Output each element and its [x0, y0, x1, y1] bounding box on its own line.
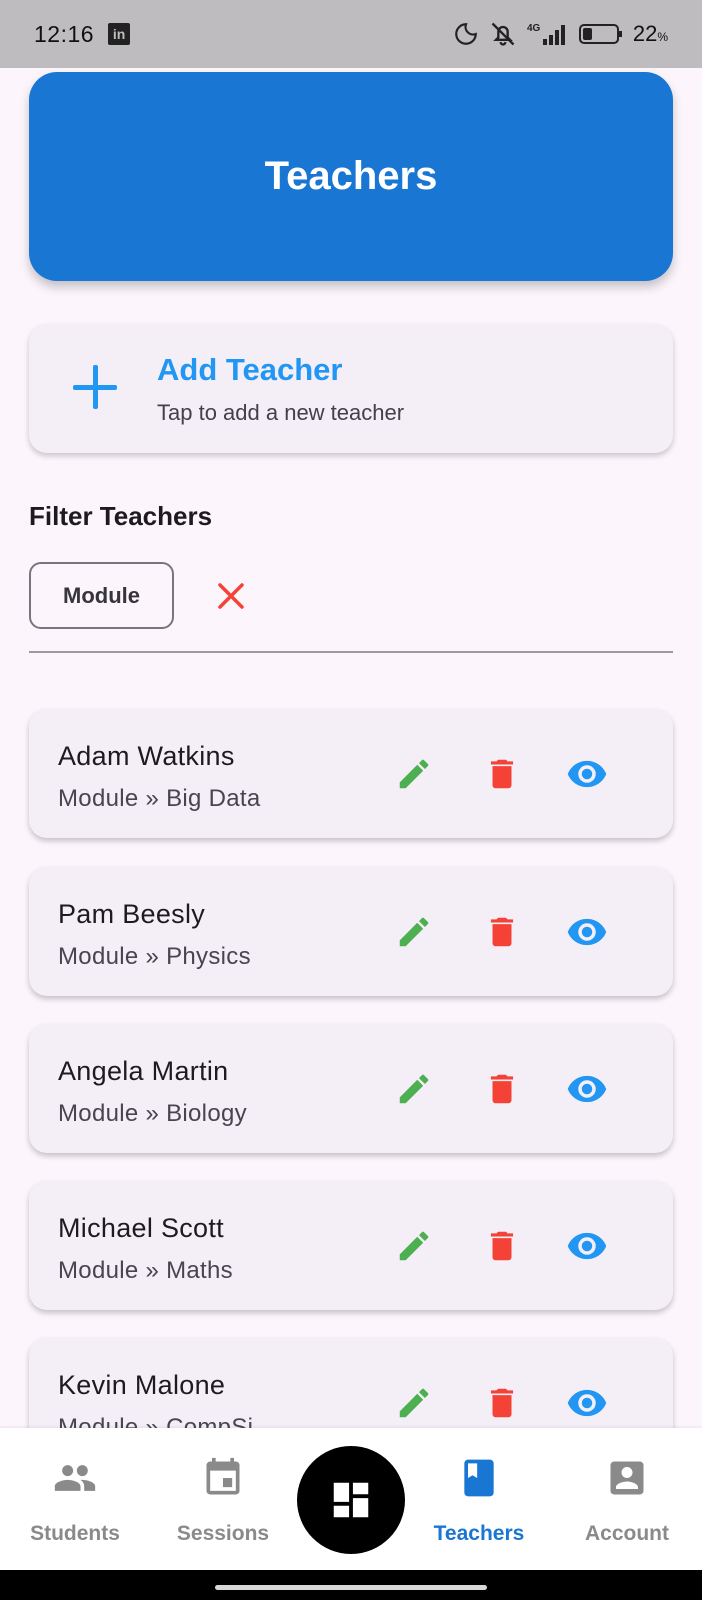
moon-icon [455, 23, 477, 45]
teacher-module: Module » Big Data [58, 785, 261, 812]
trash-icon [490, 1388, 514, 1418]
teacher-name: Adam Watkins [58, 741, 235, 771]
header-banner: Teachers [29, 72, 673, 281]
eye-icon [567, 1075, 607, 1103]
linkedin-icon: in [108, 23, 131, 45]
nav-students[interactable]: Students [0, 1428, 150, 1570]
view-button[interactable] [566, 1225, 608, 1267]
pencil-icon [399, 1074, 429, 1104]
teacher-card[interactable]: Pam Beesly Module » Physics [29, 867, 673, 996]
nav-students-label: Students [30, 1522, 120, 1545]
nav-account[interactable]: Account [552, 1428, 702, 1570]
pencil-icon [399, 759, 429, 789]
status-time: 12:16 [34, 20, 95, 47]
book-icon [464, 1459, 494, 1497]
pencil-icon [399, 917, 429, 947]
edit-button[interactable] [393, 911, 435, 953]
home-indicator[interactable] [215, 1585, 487, 1590]
filter-heading: Filter Teachers [29, 501, 213, 531]
add-teacher-subtitle: Tap to add a new teacher [157, 399, 405, 425]
dashboard-fab[interactable] [297, 1446, 405, 1554]
eye-icon [567, 760, 607, 788]
teacher-name: Pam Beesly [58, 899, 206, 929]
view-button[interactable] [566, 911, 608, 953]
trash-icon [490, 1231, 514, 1261]
module-filter-chip[interactable]: Module [29, 562, 174, 629]
teacher-name: Angela Martin [58, 1056, 229, 1086]
eye-icon [567, 1389, 607, 1417]
teacher-card[interactable]: Michael Scott Module » Maths [29, 1181, 673, 1310]
teacher-module: Module » Maths [58, 1257, 233, 1284]
clear-filter-icon[interactable] [215, 580, 247, 612]
pencil-icon [399, 1231, 429, 1261]
page-title: Teachers [264, 154, 438, 198]
view-button[interactable] [566, 753, 608, 795]
dashboard-icon [333, 1482, 369, 1518]
edit-button[interactable] [393, 1068, 435, 1110]
trash-icon [490, 1074, 514, 1104]
add-teacher-texts: Add Teacher Tap to add a new teacher [157, 352, 404, 426]
nav-teachers-label: Teachers [433, 1522, 525, 1545]
nav-sessions-label: Sessions [176, 1522, 270, 1545]
delete-button[interactable] [481, 911, 523, 953]
svg-text:4G: 4G [527, 23, 541, 34]
plus-icon [65, 357, 129, 421]
people-icon [54, 1465, 96, 1491]
teacher-card[interactable]: Angela Martin Module » Biology [29, 1024, 673, 1153]
delete-button[interactable] [481, 1382, 523, 1424]
signal-4g-icon: 4G [527, 23, 565, 45]
edit-button[interactable] [393, 1382, 435, 1424]
teacher-name: Michael Scott [58, 1213, 224, 1243]
nav-teachers[interactable]: Teachers [404, 1428, 554, 1570]
trash-icon [490, 759, 514, 789]
teacher-card[interactable]: Adam Watkins Module » Big Data [29, 709, 673, 838]
add-teacher-title: Add Teacher [157, 351, 343, 387]
status-bar: 12:16 in 4G 22% [0, 0, 702, 68]
eye-icon [567, 918, 607, 946]
teacher-module: Module » Biology [58, 1100, 247, 1127]
edit-button[interactable] [393, 753, 435, 795]
nav-sessions[interactable]: Sessions [148, 1428, 298, 1570]
trash-icon [490, 917, 514, 947]
battery-icon [578, 24, 622, 44]
delete-button[interactable] [481, 1068, 523, 1110]
status-icons: 4G 22% [453, 20, 668, 48]
view-button[interactable] [566, 1382, 608, 1424]
teacher-module: Module » Physics [58, 943, 251, 970]
bell-off-icon [491, 22, 515, 46]
nav-account-label: Account [585, 1522, 669, 1545]
teacher-name: Kevin Malone [58, 1370, 226, 1400]
eye-icon [567, 1232, 607, 1260]
battery-percent: 22% [632, 21, 668, 46]
view-button[interactable] [566, 1068, 608, 1110]
divider [29, 651, 673, 653]
delete-button[interactable] [481, 1225, 523, 1267]
add-teacher-card[interactable]: Add Teacher Tap to add a new teacher [29, 324, 673, 453]
account-box-icon [610, 1461, 644, 1495]
edit-button[interactable] [393, 1225, 435, 1267]
pencil-icon [399, 1388, 429, 1418]
calendar-icon [206, 1457, 240, 1495]
delete-button[interactable] [481, 753, 523, 795]
